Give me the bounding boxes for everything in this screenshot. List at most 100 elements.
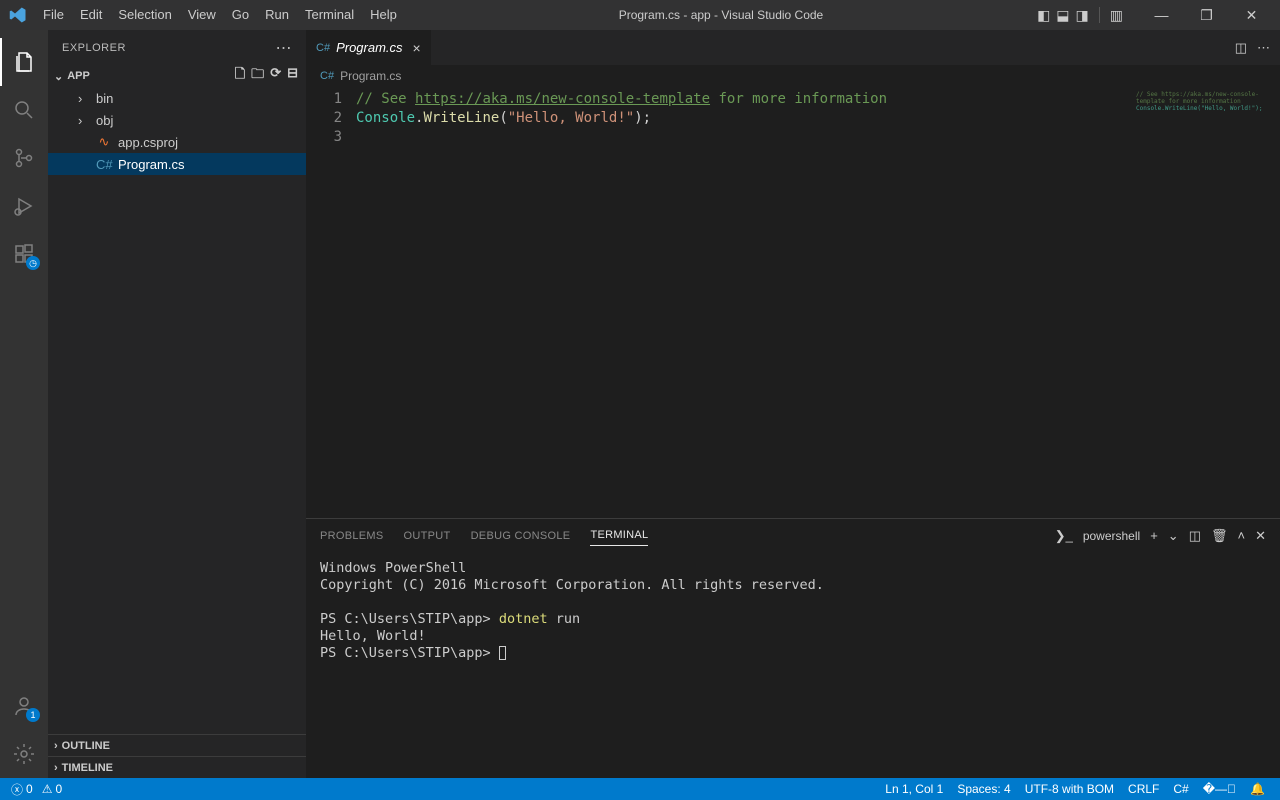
csharp-file-icon: C# <box>316 42 330 54</box>
tab-label: Program.cs <box>336 40 402 55</box>
new-file-icon[interactable]: 🗋 <box>235 65 245 87</box>
kill-terminal-icon[interactable]: 🗑 <box>1211 528 1228 544</box>
code-editor[interactable]: 1 2 3 // See https://aka.ms/new-console-… <box>306 87 1280 518</box>
timeline-section[interactable]: › TIMELINE <box>48 756 306 778</box>
window-title: Program.cs - app - Visual Studio Code <box>405 8 1037 22</box>
maximize-button[interactable]: ❐ <box>1184 0 1229 30</box>
outline-section[interactable]: › OUTLINE <box>48 734 306 756</box>
terminal-dropdown-icon[interactable]: ⌄ <box>1168 528 1179 544</box>
folder-label: bin <box>96 91 113 106</box>
explorer-root[interactable]: ⌄ APP 🗋 🗀 ⟳ ⊟ <box>48 65 306 87</box>
title-bar: File Edit Selection View Go Run Terminal… <box>0 0 1280 30</box>
tree-folder-bin[interactable]: › bin <box>48 87 306 109</box>
terminal-shell-label[interactable]: powershell <box>1083 529 1140 543</box>
close-tab-icon[interactable]: × <box>413 40 421 56</box>
status-language[interactable]: C# <box>1166 782 1195 796</box>
extensions-badge-clock-icon: ◷ <box>26 256 40 270</box>
csharp-file-icon: C# <box>96 157 112 172</box>
activity-account-icon[interactable]: 1 <box>0 682 48 730</box>
status-bell-icon[interactable]: 🔔 <box>1243 782 1272 796</box>
code-content[interactable]: // See https://aka.ms/new-console-templa… <box>356 87 1130 518</box>
status-ln-col[interactable]: Ln 1, Col 1 <box>878 782 950 796</box>
status-bar: ⓧ0 ⚠0 Ln 1, Col 1 Spaces: 4 UTF-8 with B… <box>0 778 1280 800</box>
tree-folder-obj[interactable]: › obj <box>48 109 306 131</box>
toggle-panel-right-icon[interactable]: ◨ <box>1076 7 1089 24</box>
activity-search-icon[interactable] <box>0 86 48 134</box>
csharp-file-icon: C# <box>320 70 334 82</box>
activity-bar: ◷ 1 <box>0 30 48 778</box>
activity-settings-icon[interactable] <box>0 730 48 778</box>
menu-selection[interactable]: Selection <box>110 0 179 30</box>
sidebar-explorer: EXPLORER ⋯ ⌄ APP 🗋 🗀 ⟳ ⊟ › bin › obj <box>48 30 306 778</box>
xml-file-icon: ∿ <box>96 134 112 150</box>
vscode-logo-icon <box>0 6 35 24</box>
status-feedback-icon[interactable]: �—⃝ <box>1196 782 1243 796</box>
bottom-panel: PROBLEMS OUTPUT DEBUG CONSOLE TERMINAL ❯… <box>306 518 1280 778</box>
new-terminal-icon[interactable]: + <box>1150 528 1158 543</box>
toggle-panel-bottom-icon[interactable]: ⬓ <box>1056 7 1069 24</box>
tree-file-csproj[interactable]: ∿ app.csproj <box>48 131 306 153</box>
timeline-label: TIMELINE <box>62 762 113 774</box>
tab-program[interactable]: C# Program.cs × <box>306 30 432 65</box>
breadcrumb[interactable]: C# Program.cs <box>306 65 1280 87</box>
status-spaces[interactable]: Spaces: 4 <box>950 782 1017 796</box>
minimap[interactable]: // See https://aka.ms/new-console-templa… <box>1130 87 1280 518</box>
maximize-panel-icon[interactable]: ˄ <box>1238 528 1246 543</box>
tree-file-program[interactable]: C# Program.cs <box>48 153 306 175</box>
file-tree: › bin › obj ∿ app.csproj C# Program.cs <box>48 87 306 734</box>
status-eol[interactable]: CRLF <box>1121 782 1166 796</box>
toggle-panel-left-icon[interactable]: ◧ <box>1037 7 1050 24</box>
terminal[interactable]: Windows PowerShell Copyright (C) 2016 Mi… <box>306 552 1280 778</box>
split-terminal-icon[interactable]: ◫ <box>1189 528 1201 544</box>
warning-icon: ⚠ <box>42 782 53 796</box>
menu-run[interactable]: Run <box>257 0 297 30</box>
split-editor-icon[interactable]: ◫ <box>1235 40 1247 56</box>
activity-debug-icon[interactable] <box>0 182 48 230</box>
close-panel-icon[interactable]: ✕ <box>1255 528 1266 544</box>
panel-tab-terminal[interactable]: TERMINAL <box>590 525 648 546</box>
editor-area: C# Program.cs × ◫ ⋯ C# Program.cs 1 2 3 … <box>306 30 1280 778</box>
status-encoding[interactable]: UTF-8 with BOM <box>1018 782 1121 796</box>
menu-bar: File Edit Selection View Go Run Terminal… <box>35 0 405 30</box>
terminal-shell-icon[interactable]: ❯_ <box>1055 528 1073 544</box>
line-gutter: 1 2 3 <box>306 87 356 518</box>
terminal-cursor <box>499 646 506 660</box>
error-icon: ⓧ <box>11 781 23 798</box>
menu-file[interactable]: File <box>35 0 72 30</box>
activity-extensions-icon[interactable]: ◷ <box>0 230 48 278</box>
menu-terminal[interactable]: Terminal <box>297 0 362 30</box>
collapse-all-icon[interactable]: ⊟ <box>287 65 298 87</box>
menu-edit[interactable]: Edit <box>72 0 110 30</box>
chevron-right-icon: › <box>78 91 90 106</box>
customize-layout-icon[interactable]: ▥ <box>1110 7 1123 24</box>
new-folder-icon[interactable]: 🗀 <box>251 65 264 87</box>
minimize-button[interactable]: ― <box>1139 0 1184 30</box>
explorer-more-icon[interactable]: ⋯ <box>276 38 293 58</box>
explorer-title: EXPLORER <box>62 42 126 54</box>
panel-tab-problems[interactable]: PROBLEMS <box>320 526 384 546</box>
menu-view[interactable]: View <box>180 0 224 30</box>
layout-icons: ◧ ⬓ ◨ ▥ <box>1037 7 1131 24</box>
separator <box>1099 7 1100 23</box>
folder-label: obj <box>96 113 113 128</box>
file-label: Program.cs <box>118 157 184 172</box>
menu-go[interactable]: Go <box>224 0 257 30</box>
panel-tab-debug[interactable]: DEBUG CONSOLE <box>471 526 571 546</box>
editor-more-icon[interactable]: ⋯ <box>1257 40 1270 56</box>
close-button[interactable]: ✕ <box>1229 0 1274 30</box>
refresh-icon[interactable]: ⟳ <box>270 65 281 87</box>
chevron-right-icon: › <box>54 740 58 752</box>
panel-tab-output[interactable]: OUTPUT <box>404 526 451 546</box>
chevron-right-icon: › <box>78 113 90 128</box>
chevron-right-icon: › <box>54 762 58 774</box>
activity-explorer-icon[interactable] <box>0 38 48 86</box>
menu-help[interactable]: Help <box>362 0 405 30</box>
account-badge: 1 <box>26 708 40 722</box>
status-errors[interactable]: ⓧ0 ⚠0 <box>6 781 67 798</box>
chevron-down-icon: ⌄ <box>54 70 63 83</box>
breadcrumb-file: Program.cs <box>340 69 401 83</box>
root-folder-label: APP <box>67 70 90 82</box>
outline-label: OUTLINE <box>62 740 110 752</box>
file-label: app.csproj <box>118 135 178 150</box>
activity-scm-icon[interactable] <box>0 134 48 182</box>
